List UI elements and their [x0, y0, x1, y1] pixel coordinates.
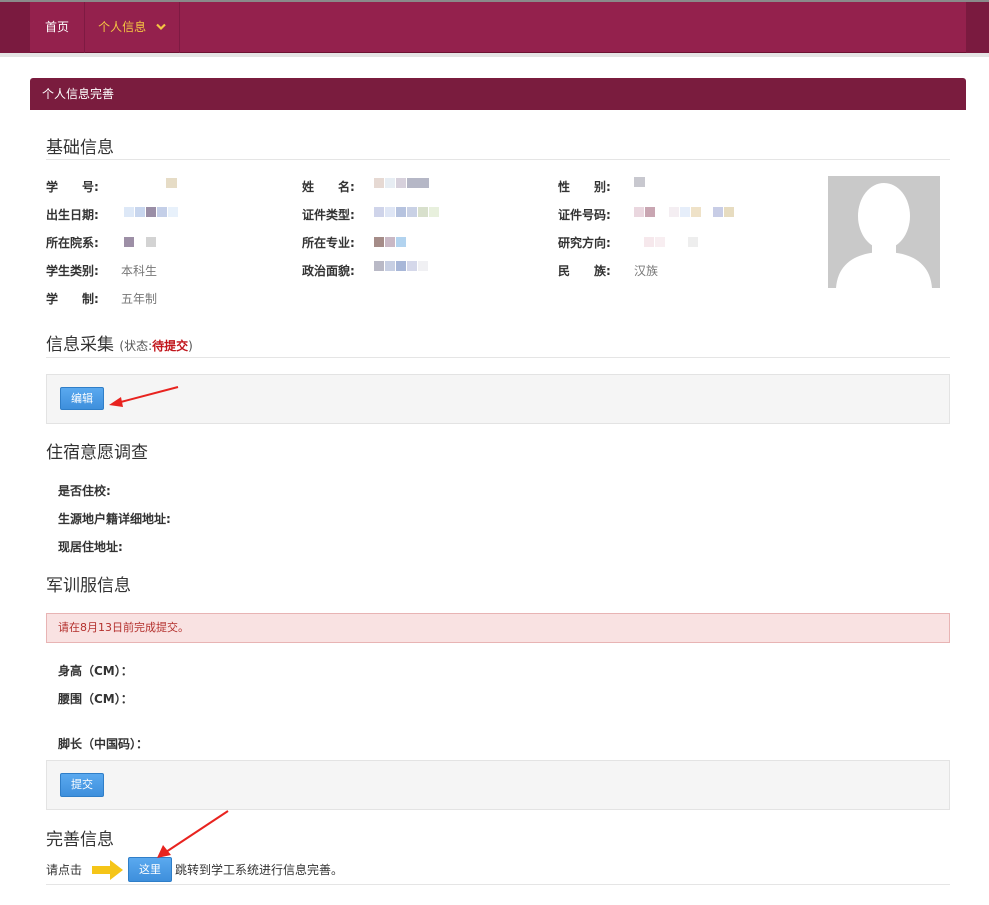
id-number-label: 证件号码:: [558, 208, 611, 222]
name-label: 姓 名:: [302, 180, 355, 194]
ethnicity-label: 民 族:: [558, 264, 611, 278]
gender-value: [634, 177, 646, 187]
section-divider: [46, 357, 950, 358]
navbar-shadow: [0, 53, 989, 57]
edit-button[interactable]: 编辑: [60, 387, 104, 410]
student-type-value: 本科生: [121, 264, 158, 278]
id-number-value: [634, 207, 735, 217]
student-type-label: 学生类别:: [46, 264, 99, 278]
gender-label: 性 别:: [558, 180, 611, 194]
program-duration-value: 五年制: [121, 292, 158, 306]
deadline-alert: 请在8月13日前完成提交。: [46, 613, 950, 643]
chevron-down-icon: [156, 2, 166, 53]
nav-home-link[interactable]: 首页: [30, 2, 85, 53]
section-divider: [46, 884, 950, 885]
name-value: [374, 178, 430, 188]
student-id-value: [166, 178, 178, 188]
department-label: 所在院系:: [46, 236, 99, 250]
status-prefix: (状态:: [119, 339, 153, 353]
department-value: [124, 237, 157, 247]
submit-button[interactable]: 提交: [60, 773, 104, 797]
panel-title: 个人信息完善: [30, 78, 966, 110]
info-collection-title-text: 信息采集: [46, 335, 114, 355]
research-direction-value: [644, 237, 699, 247]
student-id-label: 学 号:: [46, 180, 99, 194]
research-direction-label: 研究方向:: [558, 236, 611, 250]
current-address-label: 现居住地址:: [58, 540, 123, 554]
ethnicity-value: 汉族: [634, 264, 659, 278]
on-campus-label: 是否住校:: [58, 484, 111, 498]
id-type-label: 证件类型:: [302, 208, 355, 222]
person-silhouette-icon: [836, 183, 932, 288]
annotation-arrow-edit: [105, 384, 185, 413]
jump-description-text: 跳转到学工系统进行信息完善。: [175, 863, 344, 877]
origin-address-label: 生源地户籍详细地址:: [58, 512, 171, 526]
annotation-arrow-here: [150, 808, 232, 863]
pointer-arrow-icon: [92, 859, 124, 884]
section-divider: [46, 159, 950, 160]
nav-profile-label: 个人信息: [98, 20, 147, 34]
nav-profile-menu[interactable]: 个人信息: [85, 2, 180, 53]
status-suffix: ): [188, 339, 193, 353]
program-duration-label: 学 制:: [46, 292, 99, 306]
major-label: 所在专业:: [302, 236, 355, 250]
navbar-right-edge: [966, 2, 989, 53]
basic-info-title: 基础信息: [46, 138, 114, 158]
click-prompt-text: 请点击: [46, 863, 83, 877]
complete-info-title: 完善信息: [46, 830, 114, 850]
political-status-label: 政治面貌:: [302, 264, 355, 278]
birth-date-value: [124, 207, 179, 217]
major-value: [374, 237, 407, 247]
uniform-info-title: 军训服信息: [46, 576, 131, 596]
id-type-value: [374, 207, 440, 217]
housing-survey-title: 住宿意愿调查: [46, 443, 148, 463]
info-collection-title: 信息采集 (状态:待提交): [46, 330, 193, 355]
avatar-placeholder: [828, 176, 940, 288]
top-navbar: 首页 个人信息: [0, 2, 989, 53]
political-status-value: [374, 261, 429, 271]
navbar-left-edge: [0, 2, 30, 53]
height-label: 身高（CM）：: [58, 664, 133, 678]
birth-date-label: 出生日期:: [46, 208, 99, 222]
waist-label: 腰围（CM）：: [58, 692, 133, 706]
submit-action-well: [46, 760, 950, 810]
status-badge: 待提交: [152, 339, 189, 353]
foot-length-label: 脚长（中国码）：: [58, 737, 149, 751]
